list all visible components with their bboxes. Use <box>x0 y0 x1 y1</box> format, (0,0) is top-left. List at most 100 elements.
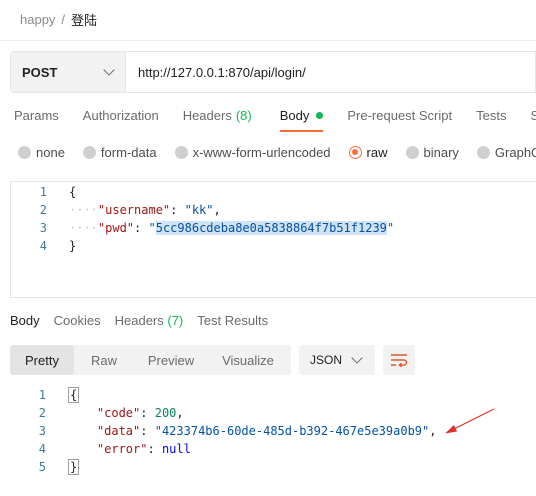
tab-body-label: Body <box>279 107 310 123</box>
method-select[interactable]: POST <box>11 52 126 92</box>
breadcrumb-separator: / <box>61 11 66 27</box>
format-label: JSON <box>310 353 343 367</box>
tab-headers[interactable]: Headers (8) <box>183 104 252 130</box>
tab-params-label: Params <box>14 107 59 123</box>
resp-tab-headers-count: (7) <box>167 313 184 328</box>
line-number: 2 <box>39 203 47 217</box>
tab-pre-request-script[interactable]: Pre-request Script <box>347 104 452 130</box>
line-number: 1 <box>38 388 46 402</box>
tab-tests[interactable]: Tests <box>476 104 506 130</box>
code-line: 4 } <box>11 237 76 255</box>
wrap-lines-button[interactable] <box>383 345 415 375</box>
tab-body[interactable]: Body <box>279 104 324 132</box>
json-comma: , <box>213 203 221 217</box>
view-visualize-button[interactable]: Visualize <box>208 345 288 375</box>
code-line: 1 { <box>11 183 76 201</box>
json-value: null <box>161 442 191 456</box>
resp-tab-headers-label: Headers <box>114 313 164 328</box>
radio-circle <box>82 145 96 159</box>
json-colon: : <box>134 221 149 235</box>
json-value: 200 <box>154 406 177 420</box>
tab-tests-label: Tests <box>476 107 507 123</box>
code-line: 2 ····"username": "kk", <box>11 201 221 219</box>
breadcrumb-request-name[interactable]: 登陆 <box>71 10 97 29</box>
tab-pre-request-label: Pre-request Script <box>347 107 453 123</box>
radio-circle <box>476 145 490 159</box>
code-line: 3 "data": "423374b6-60de-485d-b392-467e5… <box>10 422 437 440</box>
request-body-editor[interactable]: 1 { 2 ····"username": "kk", 3 ····"pwd":… <box>10 181 536 298</box>
resp-tab-cookies[interactable]: Cookies <box>54 313 101 331</box>
body-indicator-dot <box>316 111 324 119</box>
resp-tab-headers[interactable]: Headers (7) <box>115 313 184 331</box>
tab-authorization[interactable]: Authorization <box>83 104 159 130</box>
code-line: 4 "error": null <box>10 440 191 458</box>
radio-circle <box>18 145 31 159</box>
radio-label: binary <box>423 144 459 160</box>
code-line: 1 { <box>10 386 80 404</box>
tab-params[interactable]: Params <box>14 104 59 130</box>
view-pretty-button[interactable]: Pretty <box>10 345 74 375</box>
header-divider <box>0 40 536 41</box>
radio-none[interactable]: none <box>18 145 65 160</box>
resp-tab-test-results[interactable]: Test Results <box>197 313 268 331</box>
format-select[interactable]: JSON <box>299 345 375 375</box>
json-key: "pwd" <box>97 221 135 235</box>
breadcrumb: happy / 登陆 <box>20 10 97 28</box>
indent-dots: ···· <box>69 221 98 235</box>
line-number: 4 <box>39 239 47 253</box>
code-line: 5 } <box>10 458 80 476</box>
radio-raw[interactable]: raw <box>348 144 388 160</box>
indent-dots: ···· <box>69 203 98 217</box>
line-number: 5 <box>38 460 46 474</box>
method-label: POST <box>22 64 58 80</box>
tab-settings-label: Se <box>530 107 536 123</box>
line-number: 1 <box>39 185 47 199</box>
radio-urlencoded[interactable]: x-www-form-urlencoded <box>174 144 331 160</box>
radio-form-data[interactable]: form-data <box>82 144 157 160</box>
chevron-down-icon <box>103 64 115 76</box>
code-line: 2 "code": 200, <box>10 404 184 422</box>
json-quote: " <box>386 221 395 235</box>
resp-tab-body[interactable]: Body <box>10 313 40 331</box>
view-raw-button[interactable]: Raw <box>74 345 134 375</box>
code-close-brace: } <box>69 239 77 253</box>
json-value: "423374b6-60de-485d-b392-467e5e39a0b9" <box>154 424 430 438</box>
breadcrumb-collection[interactable]: happy <box>20 12 55 27</box>
radio-circle-selected <box>348 145 362 159</box>
json-value-selected: 5cc986cdeba8e0a5838864f7b51f1239 <box>155 221 387 235</box>
radio-binary[interactable]: binary <box>405 144 459 160</box>
request-url-bar: POST http://127.0.0.1:870/api/login/ <box>10 51 536 93</box>
json-key: "data" <box>96 424 141 438</box>
url-input[interactable]: http://127.0.0.1:870/api/login/ <box>126 52 535 92</box>
chevron-down-icon <box>351 352 363 364</box>
body-mode-radios: none form-data x-www-form-urlencoded raw… <box>18 143 536 161</box>
json-value: "kk" <box>184 203 214 217</box>
json-colon: : <box>147 442 162 456</box>
view-preview-button[interactable]: Preview <box>134 345 208 375</box>
json-colon: : <box>140 424 155 438</box>
tab-authorization-label: Authorization <box>82 107 159 123</box>
radio-label: raw <box>366 144 388 160</box>
radio-circle <box>174 145 188 159</box>
radio-graphql[interactable]: GraphQL <box>476 144 536 160</box>
json-comma: , <box>176 406 184 420</box>
annotation-arrow-icon <box>445 408 495 434</box>
code-open-brace: { <box>68 387 80 403</box>
json-key: "error" <box>96 442 148 456</box>
radio-label: form-data <box>100 144 157 160</box>
tab-headers-count: (8) <box>235 107 252 123</box>
code-open-brace: { <box>69 185 77 199</box>
radio-label: GraphQL <box>494 144 536 160</box>
wrap-lines-icon <box>391 354 408 367</box>
request-tabs: Params Authorization Headers (8) Body Pre… <box>0 104 536 132</box>
json-colon: : <box>140 406 155 420</box>
tab-settings[interactable]: Se <box>530 104 536 130</box>
tab-headers-label: Headers <box>182 107 232 123</box>
radio-label: none <box>36 144 65 160</box>
response-tabs: Body Cookies Headers (7) Test Results <box>10 313 268 331</box>
json-comma: , <box>429 424 437 438</box>
radio-label: x-www-form-urlencoded <box>192 144 331 160</box>
